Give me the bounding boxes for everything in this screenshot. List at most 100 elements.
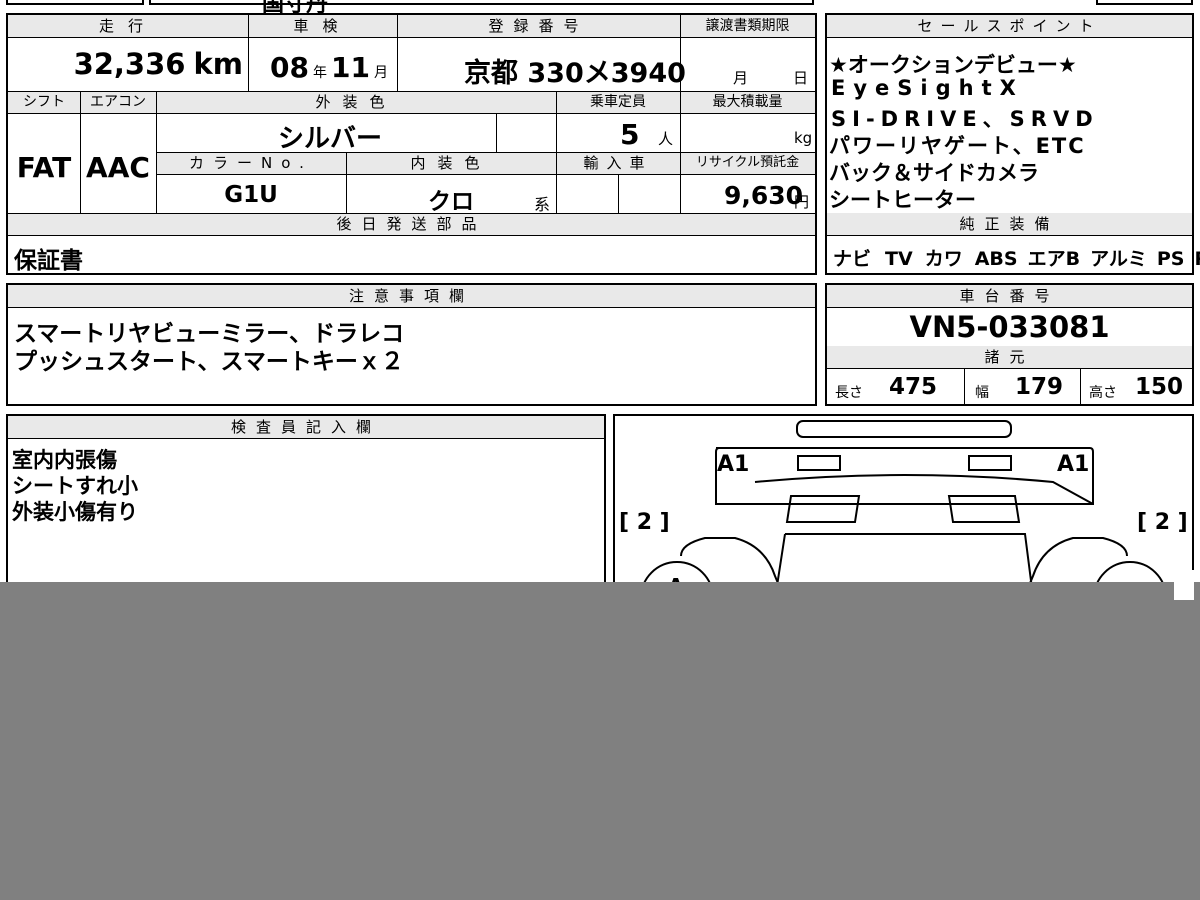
car-hood-outline bbox=[754, 474, 1094, 505]
mileage-unit: km bbox=[193, 47, 243, 81]
sales-points-label: セールスポイント bbox=[917, 17, 1102, 35]
hline bbox=[8, 113, 815, 114]
specs-width-label: 幅 bbox=[975, 385, 989, 401]
damage-mark-a1-right: A1 bbox=[1057, 452, 1090, 477]
car-windshield bbox=[947, 495, 1021, 523]
hline bbox=[827, 307, 1192, 308]
notes-line: プッシュスタート、スマートキーｘ２ bbox=[14, 349, 404, 375]
later-parts-label: 後日発送部品 bbox=[336, 215, 487, 233]
hline bbox=[8, 37, 815, 38]
aircon-label: エアコン bbox=[90, 94, 146, 110]
exterior-color-label: 外装色 bbox=[315, 93, 397, 111]
shaken-value: 08 年 11 月 bbox=[270, 51, 388, 84]
equipment-item: アルミ bbox=[1090, 248, 1147, 270]
max-load-unit: kg bbox=[794, 129, 813, 147]
sales-point-line: ★オークションデビュー★ bbox=[829, 53, 1077, 77]
car-front-bumper-mark bbox=[796, 420, 1012, 438]
equipment-item: エアB bbox=[1027, 248, 1081, 270]
capacity-unit: 人 bbox=[658, 130, 674, 148]
equipment-item: カワ bbox=[924, 248, 963, 270]
hline bbox=[8, 307, 815, 308]
mileage-label: 走行 bbox=[98, 17, 157, 35]
hline bbox=[156, 174, 815, 175]
vline bbox=[496, 113, 497, 152]
top-fragment-box bbox=[1096, 0, 1193, 5]
equipment-item: PS bbox=[1156, 248, 1185, 270]
shaken-label: 車検 bbox=[293, 17, 352, 35]
mileage-value: 32,336 km bbox=[74, 47, 243, 81]
hline bbox=[8, 438, 604, 439]
interior-color-suffix: 系 bbox=[534, 195, 551, 214]
hline bbox=[8, 235, 815, 236]
specs-width-value: 179 bbox=[1015, 374, 1064, 400]
vline bbox=[964, 368, 965, 404]
registration-label: 登録番号 bbox=[488, 17, 589, 35]
damage-mark-2-left: [ 2 ] bbox=[619, 510, 670, 535]
equipment-item: TV bbox=[885, 248, 913, 270]
hline bbox=[827, 235, 1192, 236]
vline bbox=[1080, 368, 1081, 404]
vline bbox=[618, 174, 619, 213]
notes-box: 注意事項欄 スマートリヤビューミラー、ドラレコ プッシュスタート、スマートキーｘ… bbox=[6, 283, 817, 406]
transfer-docs-label: 譲渡書類期限 bbox=[705, 18, 790, 34]
inspector-line: 外装小傷有り bbox=[12, 500, 138, 524]
aircon-value: AAC bbox=[86, 151, 150, 184]
transfer-month-unit: 月 bbox=[733, 69, 749, 87]
later-parts-value: 保証書 bbox=[14, 248, 83, 274]
inspector-label: 検査員記入欄 bbox=[230, 418, 381, 436]
shaken-month-unit: 月 bbox=[373, 65, 388, 81]
mileage-number: 32,336 bbox=[73, 47, 186, 81]
vehicle-info-table: 走行 車検 登録番号 譲渡書類期限 32,336 km 08 年 11 月 京都 330… bbox=[6, 13, 817, 275]
sales-point-line: EyeSightX bbox=[831, 76, 1024, 100]
specs-length-label: 長さ bbox=[835, 385, 863, 401]
recycle-unit: 円 bbox=[794, 193, 810, 211]
equipment-item: ナビ bbox=[833, 248, 872, 270]
registration-value: 京都 330メ3940 bbox=[464, 58, 686, 89]
interior-color-label: 内装色 bbox=[410, 154, 492, 172]
specs-height-label: 高さ bbox=[1089, 385, 1117, 401]
color-no-value: G1U bbox=[224, 182, 278, 208]
standard-equipment-items: ナビ TV カワ ABS エアB アルミ PS PW bbox=[833, 244, 1200, 271]
car-windshield bbox=[785, 495, 861, 523]
hline bbox=[827, 368, 1192, 369]
top-fragment-box bbox=[6, 0, 144, 5]
equipment-item: ABS bbox=[974, 248, 1018, 270]
sales-point-line: バック＆サイドカメラ bbox=[829, 161, 1039, 185]
shift-label: シフト bbox=[23, 94, 65, 110]
sales-point-line: シートヒーター bbox=[829, 188, 976, 212]
top-fragment-box bbox=[149, 0, 814, 5]
sales-points-box: セールスポイント ★オークションデビュー★ EyeSightX SI-DRIVE… bbox=[825, 13, 1200, 275]
damage-mark-a1-left: A1 bbox=[717, 452, 750, 477]
capacity-value: 5 bbox=[620, 118, 640, 151]
specs-label: 諸元 bbox=[984, 348, 1035, 366]
shaken-year: 08 bbox=[270, 51, 309, 84]
color-no-label: カラーNo. bbox=[189, 154, 313, 172]
shaken-month: 11 bbox=[330, 51, 370, 84]
specs-height-value: 150 bbox=[1135, 374, 1184, 400]
chassis-specs-box: 車台番号 VN5-033081 諸元 長さ 475 幅 179 高さ 150 bbox=[825, 283, 1194, 406]
transfer-day-unit: 日 bbox=[793, 69, 809, 87]
overlay-edge-mark bbox=[1174, 570, 1194, 600]
shift-value: FAT bbox=[16, 151, 72, 184]
standard-equipment-label: 純正装備 bbox=[959, 215, 1060, 233]
capacity-label: 乗車定員 bbox=[590, 94, 646, 110]
chassis-value: VN5-033081 bbox=[909, 310, 1110, 344]
notes-label: 注意事項欄 bbox=[348, 287, 474, 305]
interior-color-value: クロ bbox=[428, 189, 474, 215]
recycle-label: リサイクル預託金 bbox=[695, 155, 800, 170]
headlight-right-mark bbox=[968, 455, 1012, 471]
shaken-year-unit: 年 bbox=[312, 65, 327, 81]
recycle-value: 9,630 bbox=[724, 181, 804, 210]
chassis-label: 車台番号 bbox=[959, 287, 1060, 305]
import-label: 輸入車 bbox=[583, 154, 653, 172]
sales-point-line: パワーリヤゲート、ETC bbox=[829, 134, 1086, 158]
equipment-item: PW bbox=[1194, 248, 1200, 270]
hline bbox=[827, 37, 1192, 38]
max-load-label: 最大積載量 bbox=[712, 94, 783, 110]
specs-length-value: 475 bbox=[889, 374, 938, 400]
sales-point-line: SI-DRIVE、SRVD bbox=[831, 107, 1099, 131]
exterior-color-value: シルバー bbox=[278, 124, 383, 154]
gray-overlay bbox=[0, 582, 1200, 900]
damage-mark-2-right: [ 2 ] bbox=[1137, 510, 1188, 535]
headlight-left-mark bbox=[797, 455, 841, 471]
